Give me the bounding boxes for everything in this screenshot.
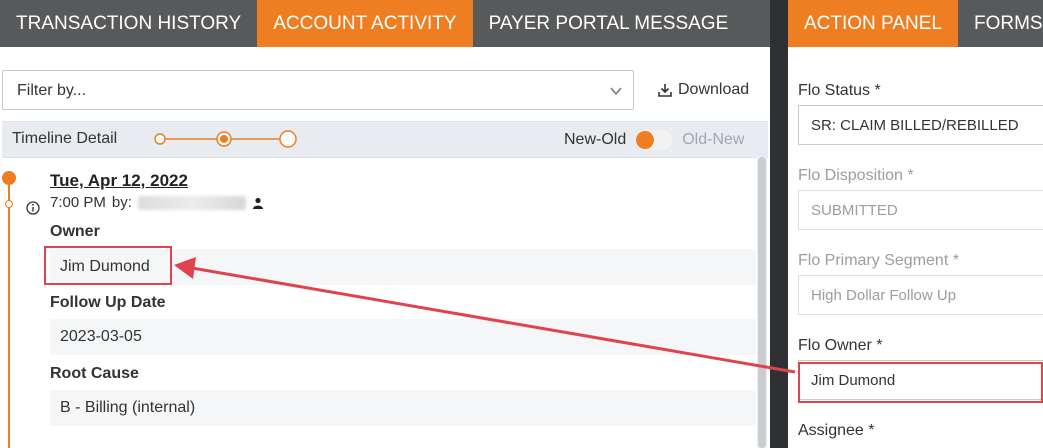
user-icon bbox=[252, 197, 263, 209]
info-icon[interactable] bbox=[26, 201, 40, 215]
chevron-down-icon bbox=[610, 87, 622, 96]
filter-dropdown[interactable]: Filter by... bbox=[2, 70, 634, 110]
timeline-dot bbox=[2, 171, 16, 185]
panel-divider[interactable] bbox=[770, 0, 788, 448]
timeline-small-dot bbox=[5, 200, 13, 208]
download-label: Download bbox=[678, 81, 750, 98]
assignee-label: Assignee * bbox=[798, 422, 875, 439]
sort-order-toggle[interactable] bbox=[636, 130, 673, 150]
tab-account-activity[interactable]: ACCOUNT ACTIVITY bbox=[257, 0, 473, 47]
owner-highlight-box bbox=[44, 246, 172, 285]
redacted-user-name bbox=[137, 195, 246, 210]
tab-transaction-history[interactable]: TRANSACTION HISTORY bbox=[0, 0, 257, 47]
timeline-toolbar: Timeline Detail New-Old Old-New bbox=[2, 121, 768, 158]
flo-disposition-select[interactable]: SUBMITTED bbox=[798, 190, 1043, 230]
left-tab-bar: TRANSACTION HISTORY ACCOUNT ACTIVITY PAY… bbox=[0, 0, 770, 47]
entry-meta: 7:00 PM by: bbox=[50, 194, 264, 211]
flo-primary-segment-label: Flo Primary Segment * bbox=[798, 252, 959, 269]
filter-row: Filter by... Download bbox=[2, 70, 770, 112]
timeline-detail-slider[interactable] bbox=[152, 130, 297, 148]
activity-feed: Tue, Apr 12, 2022 7:00 PM by: Owner Jim … bbox=[0, 157, 770, 448]
flo-primary-segment-select[interactable]: High Dollar Follow Up bbox=[798, 275, 1043, 315]
tab-forms[interactable]: FORMS bbox=[958, 0, 1043, 47]
toggle-knob bbox=[636, 131, 655, 149]
tab-action-panel[interactable]: ACTION PANEL bbox=[788, 0, 958, 47]
entry-time: 7:00 PM bbox=[50, 194, 106, 211]
sort-old-new-label: Old-New bbox=[682, 131, 745, 148]
sort-order-toggle-group: New-Old Old-New bbox=[564, 130, 744, 150]
flo-status-label: Flo Status * bbox=[798, 82, 881, 99]
flo-status-select[interactable]: SR: CLAIM BILLED/REBILLED bbox=[798, 105, 1043, 145]
entry-date[interactable]: Tue, Apr 12, 2022 bbox=[50, 171, 188, 191]
flo-owner-highlight-box bbox=[798, 362, 1043, 403]
follow-up-date-label: Follow Up Date bbox=[50, 294, 166, 311]
account-activity-panel: TRANSACTION HISTORY ACCOUNT ACTIVITY PAY… bbox=[0, 0, 770, 448]
entry-by-label: by: bbox=[111, 194, 132, 211]
follow-up-date-value: 2023-03-05 bbox=[50, 319, 756, 355]
right-tab-bar: ACTION PANEL FORMS bbox=[788, 0, 1043, 47]
root-cause-label: Root Cause bbox=[50, 365, 139, 382]
scrollbar-thumb[interactable] bbox=[758, 157, 766, 448]
flo-owner-label: Flo Owner * bbox=[798, 337, 883, 354]
owner-label: Owner bbox=[50, 223, 100, 240]
flo-disposition-label: Flo Disposition * bbox=[798, 167, 914, 184]
download-button[interactable]: Download bbox=[658, 70, 749, 110]
timeline-detail-label: Timeline Detail bbox=[12, 130, 118, 147]
filter-placeholder: Filter by... bbox=[17, 82, 87, 99]
download-icon bbox=[658, 84, 672, 97]
sort-new-old-label: New-Old bbox=[564, 131, 627, 148]
timeline-line bbox=[8, 177, 10, 448]
root-cause-value: B - Billing (internal) bbox=[50, 390, 756, 426]
tab-payer-portal-message[interactable]: PAYER PORTAL MESSAGE bbox=[473, 0, 745, 47]
